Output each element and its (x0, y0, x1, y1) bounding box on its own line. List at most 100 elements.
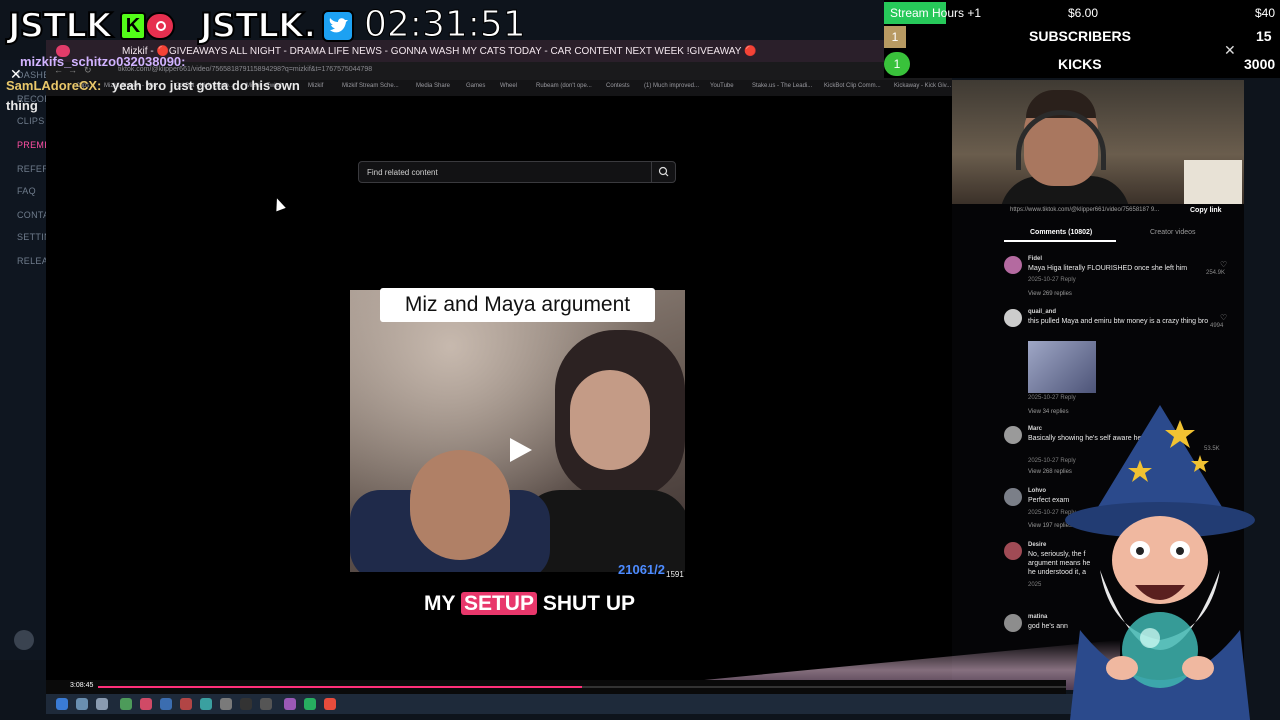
stream-stats-panel: Stream Hours +1 $6.00 $40 1 SUBSCRIBERS … (884, 0, 1280, 78)
caption-text: MY (424, 592, 456, 615)
avatar[interactable] (1004, 309, 1022, 327)
comment-username[interactable]: Marc (1028, 426, 1042, 432)
app-icon[interactable] (284, 698, 296, 710)
channel-logo: JSTLK. (199, 5, 317, 47)
comment-meta[interactable]: 2025-10-27 Reply (1028, 277, 1076, 283)
kicks-rank-badge: 1 (884, 52, 910, 76)
sidebar-item-releases[interactable]: RELEA (17, 256, 48, 266)
sidebar-item-referrals[interactable]: REFER (17, 164, 49, 174)
avatar[interactable] (1004, 542, 1022, 560)
stream-hours-label: Stream Hours +1 (890, 6, 982, 20)
video-timeline[interactable]: 3:08:45 (46, 680, 1066, 694)
bookmark-item[interactable]: Mizkif Stream Sche... (342, 83, 399, 89)
bookmark-item[interactable]: Games (466, 83, 485, 89)
browser-window: Mizkif - 🔴GIVEAWAYS ALL NIGHT - DRAMA LI… (46, 40, 952, 690)
kicks-label: KICKS (1058, 56, 1102, 72)
sidebar-item-clips[interactable]: CLIPS (17, 116, 45, 126)
caption-highlight: SETUP (460, 592, 537, 615)
app-icon[interactable] (200, 698, 212, 710)
volume-icon[interactable] (96, 698, 108, 710)
wizard-mascot-image (1065, 405, 1255, 720)
video-overlay-small: 1591 (666, 570, 684, 579)
app-icon[interactable] (180, 698, 192, 710)
avatar[interactable] (1004, 426, 1022, 444)
webcam-inset-image (1184, 160, 1242, 204)
tab-comments[interactable]: Comments (10802) (1030, 229, 1092, 236)
video-player[interactable] (350, 290, 685, 572)
goal-current: $6.00 (1068, 6, 1099, 20)
play-icon[interactable] (76, 698, 88, 710)
search-input[interactable]: Find related content (367, 168, 438, 177)
app-icon[interactable] (120, 698, 132, 710)
sidebar-item-premium[interactable]: PREMI (17, 140, 47, 150)
play-button[interactable] (506, 436, 534, 464)
start-icon[interactable] (56, 698, 68, 710)
sidebar-item-faq[interactable]: FAQ (17, 186, 36, 196)
kicks-count: 3000 (1244, 56, 1276, 72)
playback-time: 3:08:45 (70, 682, 94, 689)
app-icon[interactable] (324, 698, 336, 710)
tab-creator-videos[interactable]: Creator videos (1150, 229, 1196, 236)
play-icon (510, 438, 532, 462)
subscribers-label: SUBSCRIBERS (1029, 28, 1131, 44)
comment-username[interactable]: Desire (1028, 542, 1046, 548)
seek-bar[interactable] (98, 686, 1066, 688)
user-avatar[interactable] (14, 630, 34, 650)
close-icon[interactable]: ✕ (1224, 42, 1236, 59)
tiktok-page: Find related content Miz and Maya argume… (46, 96, 952, 690)
bookmark-item[interactable]: Media Share (416, 83, 450, 89)
app-icon[interactable] (260, 698, 272, 710)
browser-tab-title[interactable]: Mizkif - 🔴GIVEAWAYS ALL NIGHT - DRAMA LI… (122, 46, 756, 57)
search-button[interactable] (651, 162, 675, 182)
bookmark-item[interactable]: Mizkif (308, 83, 323, 89)
video-title-banner: Miz and Maya argument (380, 288, 655, 322)
app-icon[interactable] (240, 698, 252, 710)
chat-message: yeah bro just gotta do his own (112, 78, 300, 93)
app-icon[interactable] (160, 698, 172, 710)
avatar[interactable] (1004, 256, 1022, 274)
sidebar-item-contact[interactable]: CONTA (17, 210, 49, 220)
video-person-face (570, 370, 650, 470)
bookmark-item[interactable]: YouTube (710, 83, 734, 89)
tab-indicator (1004, 240, 1116, 242)
video-overlay-number: 21061/2 (618, 562, 665, 577)
search-icon (658, 166, 669, 177)
channel-logo: JSTLK (7, 5, 113, 47)
bookmark-item[interactable]: Rubeam (don't ope... (536, 83, 592, 89)
comment-meta[interactable]: 2025 (1028, 582, 1041, 588)
caption-text: SHUT UP (542, 592, 636, 615)
app-icon[interactable] (304, 698, 316, 710)
app-icon[interactable] (140, 698, 152, 710)
avatar[interactable] (1004, 614, 1022, 632)
video-person-face (410, 450, 510, 560)
comment-username[interactable]: matina (1028, 614, 1047, 620)
heart-icon[interactable]: ♡ (1220, 313, 1227, 322)
comment-username[interactable]: Lohvo (1028, 488, 1046, 494)
chat-message: thing (6, 98, 38, 113)
bookmark-item[interactable]: Stake.us - The Leadi... (752, 83, 812, 89)
share-link-text: https://www.tiktok.com/@klipper661/video… (1010, 207, 1160, 213)
stream-screen: DASHB RECOR CLIPS PREMI REFER FAQ CONTA … (0, 0, 1280, 720)
bookmark-item[interactable]: Kickaway - Kick Giv... (894, 83, 951, 89)
webcam-feed (952, 80, 1244, 204)
comment-text: Maya Higa literally FLOURISHED once she … (1028, 265, 1188, 272)
bookmark-item[interactable]: (1) Much improved... (644, 83, 699, 89)
goal-target: $40 (1255, 6, 1276, 20)
app-icon[interactable] (220, 698, 232, 710)
copy-link-button[interactable]: Copy link (1190, 207, 1222, 214)
chat-username: mizkifs_schitzo032038090: (20, 54, 186, 69)
comment-username[interactable]: Fidel (1028, 256, 1042, 262)
kick-icon: K (120, 12, 146, 40)
bookmark-item[interactable]: KickBot Clip Comm... (824, 83, 881, 89)
bookmark-item[interactable]: Wheel (500, 83, 517, 89)
comment-username[interactable]: quail_and (1028, 309, 1056, 315)
like-count: 254.9K (1206, 270, 1226, 276)
heart-icon[interactable]: ♡ (1220, 260, 1227, 269)
avatar[interactable] (1004, 488, 1022, 506)
bookmark-item[interactable]: Contests (606, 83, 630, 89)
video-caption: MY SETUP SHUT UP (424, 592, 635, 616)
seek-bar-fill (98, 686, 582, 688)
comment-image[interactable] (1028, 341, 1096, 393)
search-bar[interactable]: Find related content (358, 161, 676, 183)
view-replies-link[interactable]: View 269 replies (1028, 291, 1072, 297)
